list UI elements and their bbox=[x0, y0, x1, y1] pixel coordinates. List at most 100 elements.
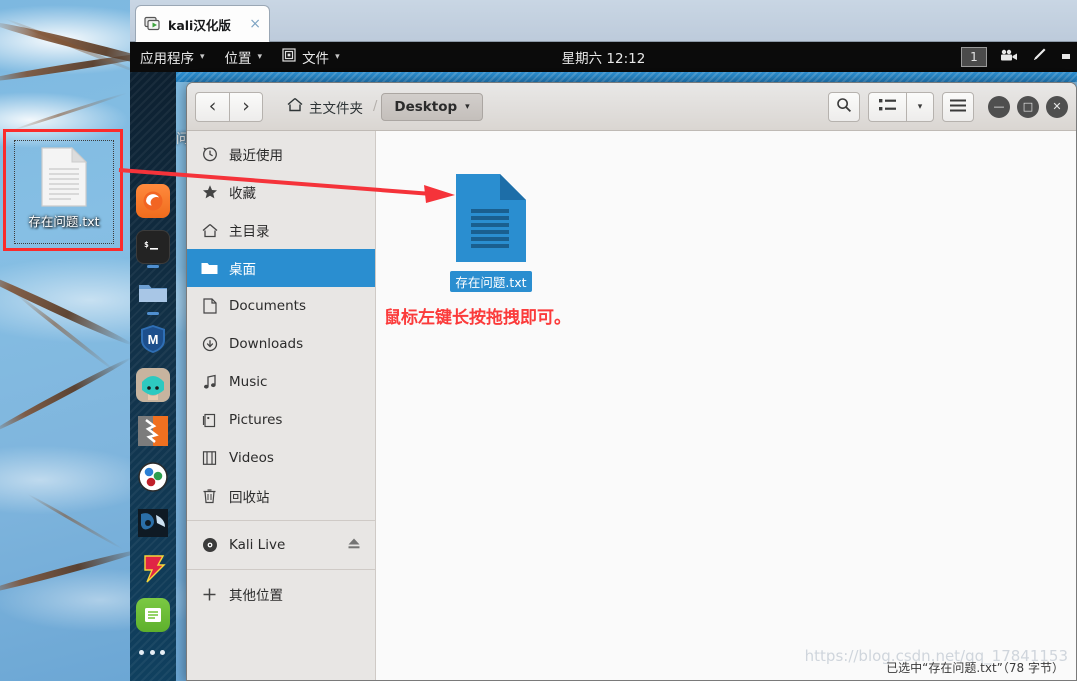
search-button[interactable] bbox=[828, 91, 860, 122]
sidebar-item-trash[interactable]: 回收站 bbox=[187, 477, 375, 515]
sidebar-item-documents[interactable]: Documents bbox=[187, 287, 375, 325]
dock-app-terminal[interactable]: $ bbox=[136, 230, 170, 268]
clock-icon bbox=[201, 146, 218, 163]
view-list-icon bbox=[879, 97, 896, 116]
chevron-down-icon: ▾ bbox=[335, 52, 340, 62]
sidebar-item-other-locations[interactable]: 其他位置 bbox=[187, 575, 375, 613]
panel-accent-strip bbox=[130, 72, 1077, 82]
files-menu-icon bbox=[282, 48, 296, 66]
desktop-icon-highlight: 存在问题.txt bbox=[3, 129, 123, 251]
sidebar-item-recent[interactable]: 最近使用 bbox=[187, 135, 375, 173]
chevron-left-icon: ‹ bbox=[208, 95, 217, 117]
running-indicator bbox=[147, 312, 159, 315]
sidebar-item-desktop[interactable]: 桌面 bbox=[187, 249, 375, 287]
svg-text:M: M bbox=[148, 332, 159, 347]
breadcrumb-current[interactable]: Desktop ▾ bbox=[381, 92, 483, 121]
vm-tab[interactable]: kali汉化版 × bbox=[135, 5, 270, 42]
picture-icon bbox=[201, 412, 218, 429]
sidebar-item-videos[interactable]: Videos bbox=[187, 439, 375, 477]
desktop-file-icon[interactable]: 存在问题.txt bbox=[14, 140, 114, 244]
menu-applications[interactable]: 应用程序 ▾ bbox=[130, 42, 215, 72]
menu-places[interactable]: 位置 ▾ bbox=[215, 42, 273, 72]
chevron-right-icon: › bbox=[242, 95, 250, 117]
breadcrumb-home-label: 主文件夹 bbox=[309, 100, 363, 117]
menu-applications-label: 应用程序 bbox=[140, 51, 194, 67]
dock-app-metasploit[interactable]: M bbox=[136, 322, 170, 356]
file-manager-header: ‹ › 主文件夹 / Desktop ▾ ▾ — □ ✕ bbox=[187, 83, 1076, 131]
eject-icon[interactable] bbox=[347, 537, 361, 554]
back-button[interactable]: ‹ bbox=[195, 91, 229, 122]
running-indicator bbox=[147, 265, 159, 268]
dock-app-wireshark[interactable] bbox=[136, 506, 170, 540]
breadcrumb-separator: / bbox=[373, 99, 378, 114]
annotation-text: 鼠标左键长按拖拽即可。 bbox=[384, 308, 571, 328]
menu-places-label: 位置 bbox=[224, 51, 252, 67]
chevron-down-icon: ▾ bbox=[200, 52, 205, 62]
sidebar-item-label: 其他位置 bbox=[229, 588, 283, 604]
workspace-indicator[interactable]: 1 bbox=[961, 47, 987, 67]
text-file-icon bbox=[456, 174, 526, 262]
sidebar-item-starred[interactable]: 收藏 bbox=[187, 173, 375, 211]
sidebar-item-label: 收藏 bbox=[229, 186, 256, 202]
sidebar-item-kali-live[interactable]: Kali Live bbox=[187, 526, 375, 564]
view-dropdown-button[interactable]: ▾ bbox=[906, 91, 934, 122]
maximize-button[interactable]: □ bbox=[1017, 95, 1039, 118]
pen-icon[interactable] bbox=[1031, 47, 1049, 67]
chevron-down-icon: ▾ bbox=[257, 52, 263, 62]
music-note-icon bbox=[201, 374, 218, 391]
file-item[interactable]: 存在问题.txt bbox=[436, 171, 546, 292]
document-icon bbox=[201, 298, 218, 315]
status-text: 已选中“存在问题.txt”（78 字节） bbox=[886, 661, 1064, 675]
file-grid[interactable]: 存在问题.txt 鼠标左键长按拖拽即可。 https://blog.csdn.n… bbox=[376, 131, 1076, 680]
dock-app-firefox[interactable] bbox=[136, 184, 170, 218]
breadcrumb: 主文件夹 / Desktop ▾ bbox=[281, 92, 483, 121]
download-icon bbox=[201, 336, 218, 353]
sidebar-item-label: Videos bbox=[229, 450, 274, 466]
minimize-button[interactable]: — bbox=[988, 95, 1010, 118]
dock-app-faraday[interactable] bbox=[136, 552, 170, 586]
plus-icon bbox=[201, 586, 218, 603]
desktop-file-label: 存在问题.txt bbox=[28, 214, 100, 229]
breadcrumb-home[interactable]: 主文件夹 bbox=[281, 93, 369, 121]
view-list-button[interactable] bbox=[868, 91, 906, 122]
dock-app-zenmap[interactable] bbox=[136, 414, 170, 448]
show-applications-button[interactable] bbox=[139, 650, 167, 655]
sidebar-item-home[interactable]: 主目录 bbox=[187, 211, 375, 249]
sidebar: 最近使用 收藏 主目录 桌面 Documents Downloads Music… bbox=[187, 131, 376, 680]
video-icon bbox=[201, 450, 218, 467]
close-icon[interactable]: × bbox=[249, 17, 261, 31]
panel-right-area: 1 bbox=[961, 47, 1077, 67]
text-file-icon bbox=[41, 147, 88, 207]
sidebar-item-label: 最近使用 bbox=[229, 148, 283, 164]
sidebar-item-music[interactable]: Music bbox=[187, 363, 375, 401]
dock-app-text-editor[interactable] bbox=[136, 598, 170, 632]
chevron-down-icon: ▾ bbox=[465, 101, 470, 112]
main-menu-button[interactable] bbox=[942, 91, 974, 122]
sidebar-item-label: Documents bbox=[229, 298, 306, 314]
screen: 存在问题.txt 存在问 kali汉化版 × 应用程序 ▾ 位置 ▾ bbox=[0, 0, 1077, 681]
navigation-buttons: ‹ › bbox=[195, 91, 263, 122]
menu-files[interactable]: 文件 ▾ bbox=[272, 42, 350, 72]
sidebar-divider bbox=[187, 520, 375, 521]
dock-app-files[interactable] bbox=[136, 276, 170, 315]
dock-app-burpsuite[interactable] bbox=[136, 460, 170, 494]
sidebar-item-label: 桌面 bbox=[229, 262, 256, 278]
menu-files-label: 文件 bbox=[302, 51, 330, 67]
power-icon[interactable] bbox=[1061, 49, 1071, 65]
sidebar-item-label: Music bbox=[229, 374, 268, 390]
forward-button[interactable]: › bbox=[229, 91, 263, 122]
sidebar-item-pictures[interactable]: Pictures bbox=[187, 401, 375, 439]
disc-icon bbox=[201, 537, 218, 554]
dock-app-avatar[interactable] bbox=[136, 368, 170, 402]
screencast-icon[interactable] bbox=[999, 48, 1019, 66]
trash-icon bbox=[201, 488, 218, 505]
close-button[interactable]: ✕ bbox=[1046, 95, 1068, 118]
sidebar-item-downloads[interactable]: Downloads bbox=[187, 325, 375, 363]
sidebar-divider bbox=[187, 569, 375, 570]
file-manager-window: ‹ › 主文件夹 / Desktop ▾ ▾ — □ ✕ 最近使用 收藏 主目录… bbox=[186, 82, 1077, 681]
hamburger-menu-icon bbox=[950, 97, 966, 116]
kali-dock: $ M bbox=[130, 72, 176, 681]
sidebar-item-label: Downloads bbox=[229, 336, 304, 352]
sidebar-item-label: 主目录 bbox=[229, 224, 270, 240]
view-mode-selector: ▾ bbox=[868, 91, 934, 122]
